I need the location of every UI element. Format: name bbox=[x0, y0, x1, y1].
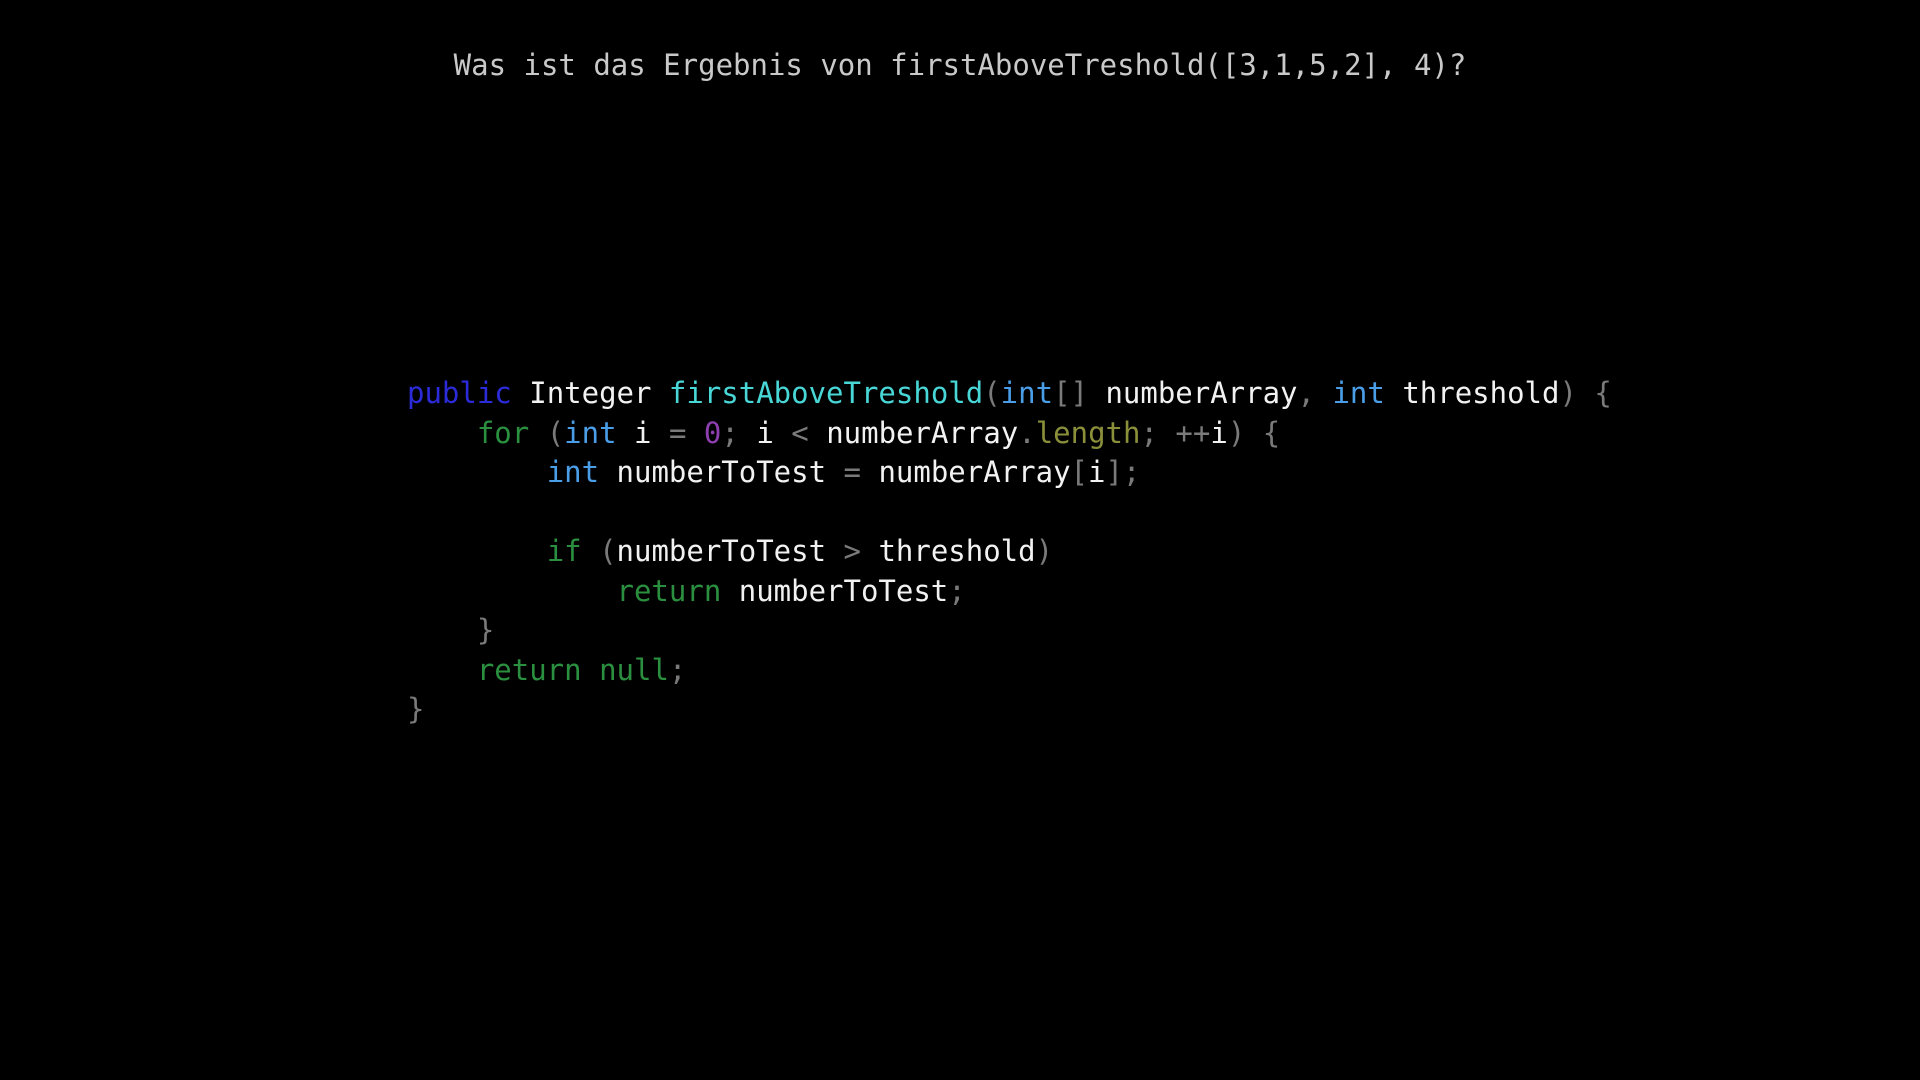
code-token-ident: i bbox=[634, 415, 652, 450]
code-token-punct: ++ bbox=[1175, 415, 1211, 450]
code-token-punct: ( bbox=[599, 534, 617, 568]
code-token-punct: ; bbox=[1140, 415, 1158, 450]
code-token-punct: ) bbox=[1227, 415, 1246, 450]
code-token-fn: firstAboveTreshold bbox=[668, 376, 984, 410]
code-token-keyword: for bbox=[476, 415, 530, 450]
code-token-keyword: if bbox=[546, 534, 582, 568]
code-line: int numberToTest = numberArray[i]; bbox=[407, 453, 1612, 493]
code-token-prim: int bbox=[546, 455, 600, 489]
code-token-keyword: return bbox=[616, 573, 722, 608]
code-token-punct: ; bbox=[721, 415, 739, 450]
code-token-keyword: return bbox=[476, 652, 582, 687]
code-token-ident: i bbox=[1210, 415, 1228, 450]
code-token-punct: ; bbox=[668, 652, 687, 687]
code-token-punct: ) bbox=[1559, 376, 1577, 410]
question-text: Was ist das Ergebnis von firstAboveTresh… bbox=[453, 48, 1467, 82]
code-line: } bbox=[407, 690, 1612, 730]
code-token-punct: ) bbox=[1035, 534, 1054, 568]
code-token-ident: numberArray bbox=[826, 415, 1019, 450]
code-line: for (int i = 0; i < numberArray.length; … bbox=[407, 414, 1612, 454]
code-token-punct: ]; bbox=[1105, 455, 1141, 489]
code-token-literal: null bbox=[599, 652, 669, 687]
code-line: if (numberToTest > threshold) bbox=[407, 532, 1612, 572]
code-token-punct: ; bbox=[948, 573, 966, 608]
code-token-punct: ( bbox=[983, 376, 1001, 410]
code-token-ident: numberArray bbox=[878, 455, 1071, 489]
code-token-number: 0 bbox=[703, 415, 722, 450]
code-line: return numberToTest; bbox=[407, 572, 1612, 612]
code-token-punct: = bbox=[843, 455, 861, 489]
code-token-ident: i bbox=[1088, 455, 1106, 489]
code-line: } bbox=[407, 611, 1612, 651]
code-token-punct: } bbox=[407, 692, 425, 726]
code-block: public Integer firstAboveTreshold(int[] … bbox=[407, 374, 1612, 730]
code-token-type-class: Integer bbox=[529, 376, 652, 410]
code-line: ​ bbox=[407, 493, 1612, 533]
code-token-punct: { bbox=[1594, 376, 1612, 410]
code-token-prim: int bbox=[564, 415, 617, 450]
code-token-punct: , bbox=[1297, 376, 1315, 410]
code-token-ident: numberToTest bbox=[738, 573, 949, 608]
code-token-prim: int bbox=[1332, 376, 1385, 410]
code-token-ident: numberToTest bbox=[616, 455, 827, 489]
code-token-prim: int bbox=[1000, 376, 1054, 410]
code-token-ident: numberArray bbox=[1105, 376, 1298, 410]
code-token-punct: [ bbox=[1070, 455, 1088, 489]
code-token-punct: [] bbox=[1053, 376, 1088, 410]
code-token-modifier: public bbox=[407, 376, 512, 410]
code-token-field: length bbox=[1035, 415, 1141, 450]
code-token-punct: = bbox=[668, 415, 687, 450]
code-token-ident: threshold bbox=[1402, 376, 1560, 410]
code-line: public Integer firstAboveTreshold(int[] … bbox=[407, 374, 1612, 414]
code-token-ident: threshold bbox=[878, 534, 1036, 568]
code-token-punct: . bbox=[1018, 415, 1036, 450]
code-token-punct: < bbox=[791, 415, 809, 450]
code-token-punct: > bbox=[843, 534, 861, 568]
code-line: return null; bbox=[407, 651, 1612, 691]
code-token-ident: numberToTest bbox=[616, 534, 827, 568]
code-token-punct: ( bbox=[546, 415, 565, 450]
code-token-ident: i bbox=[756, 415, 774, 450]
code-token-punct: } bbox=[476, 613, 495, 647]
code-token-punct: { bbox=[1262, 415, 1281, 450]
